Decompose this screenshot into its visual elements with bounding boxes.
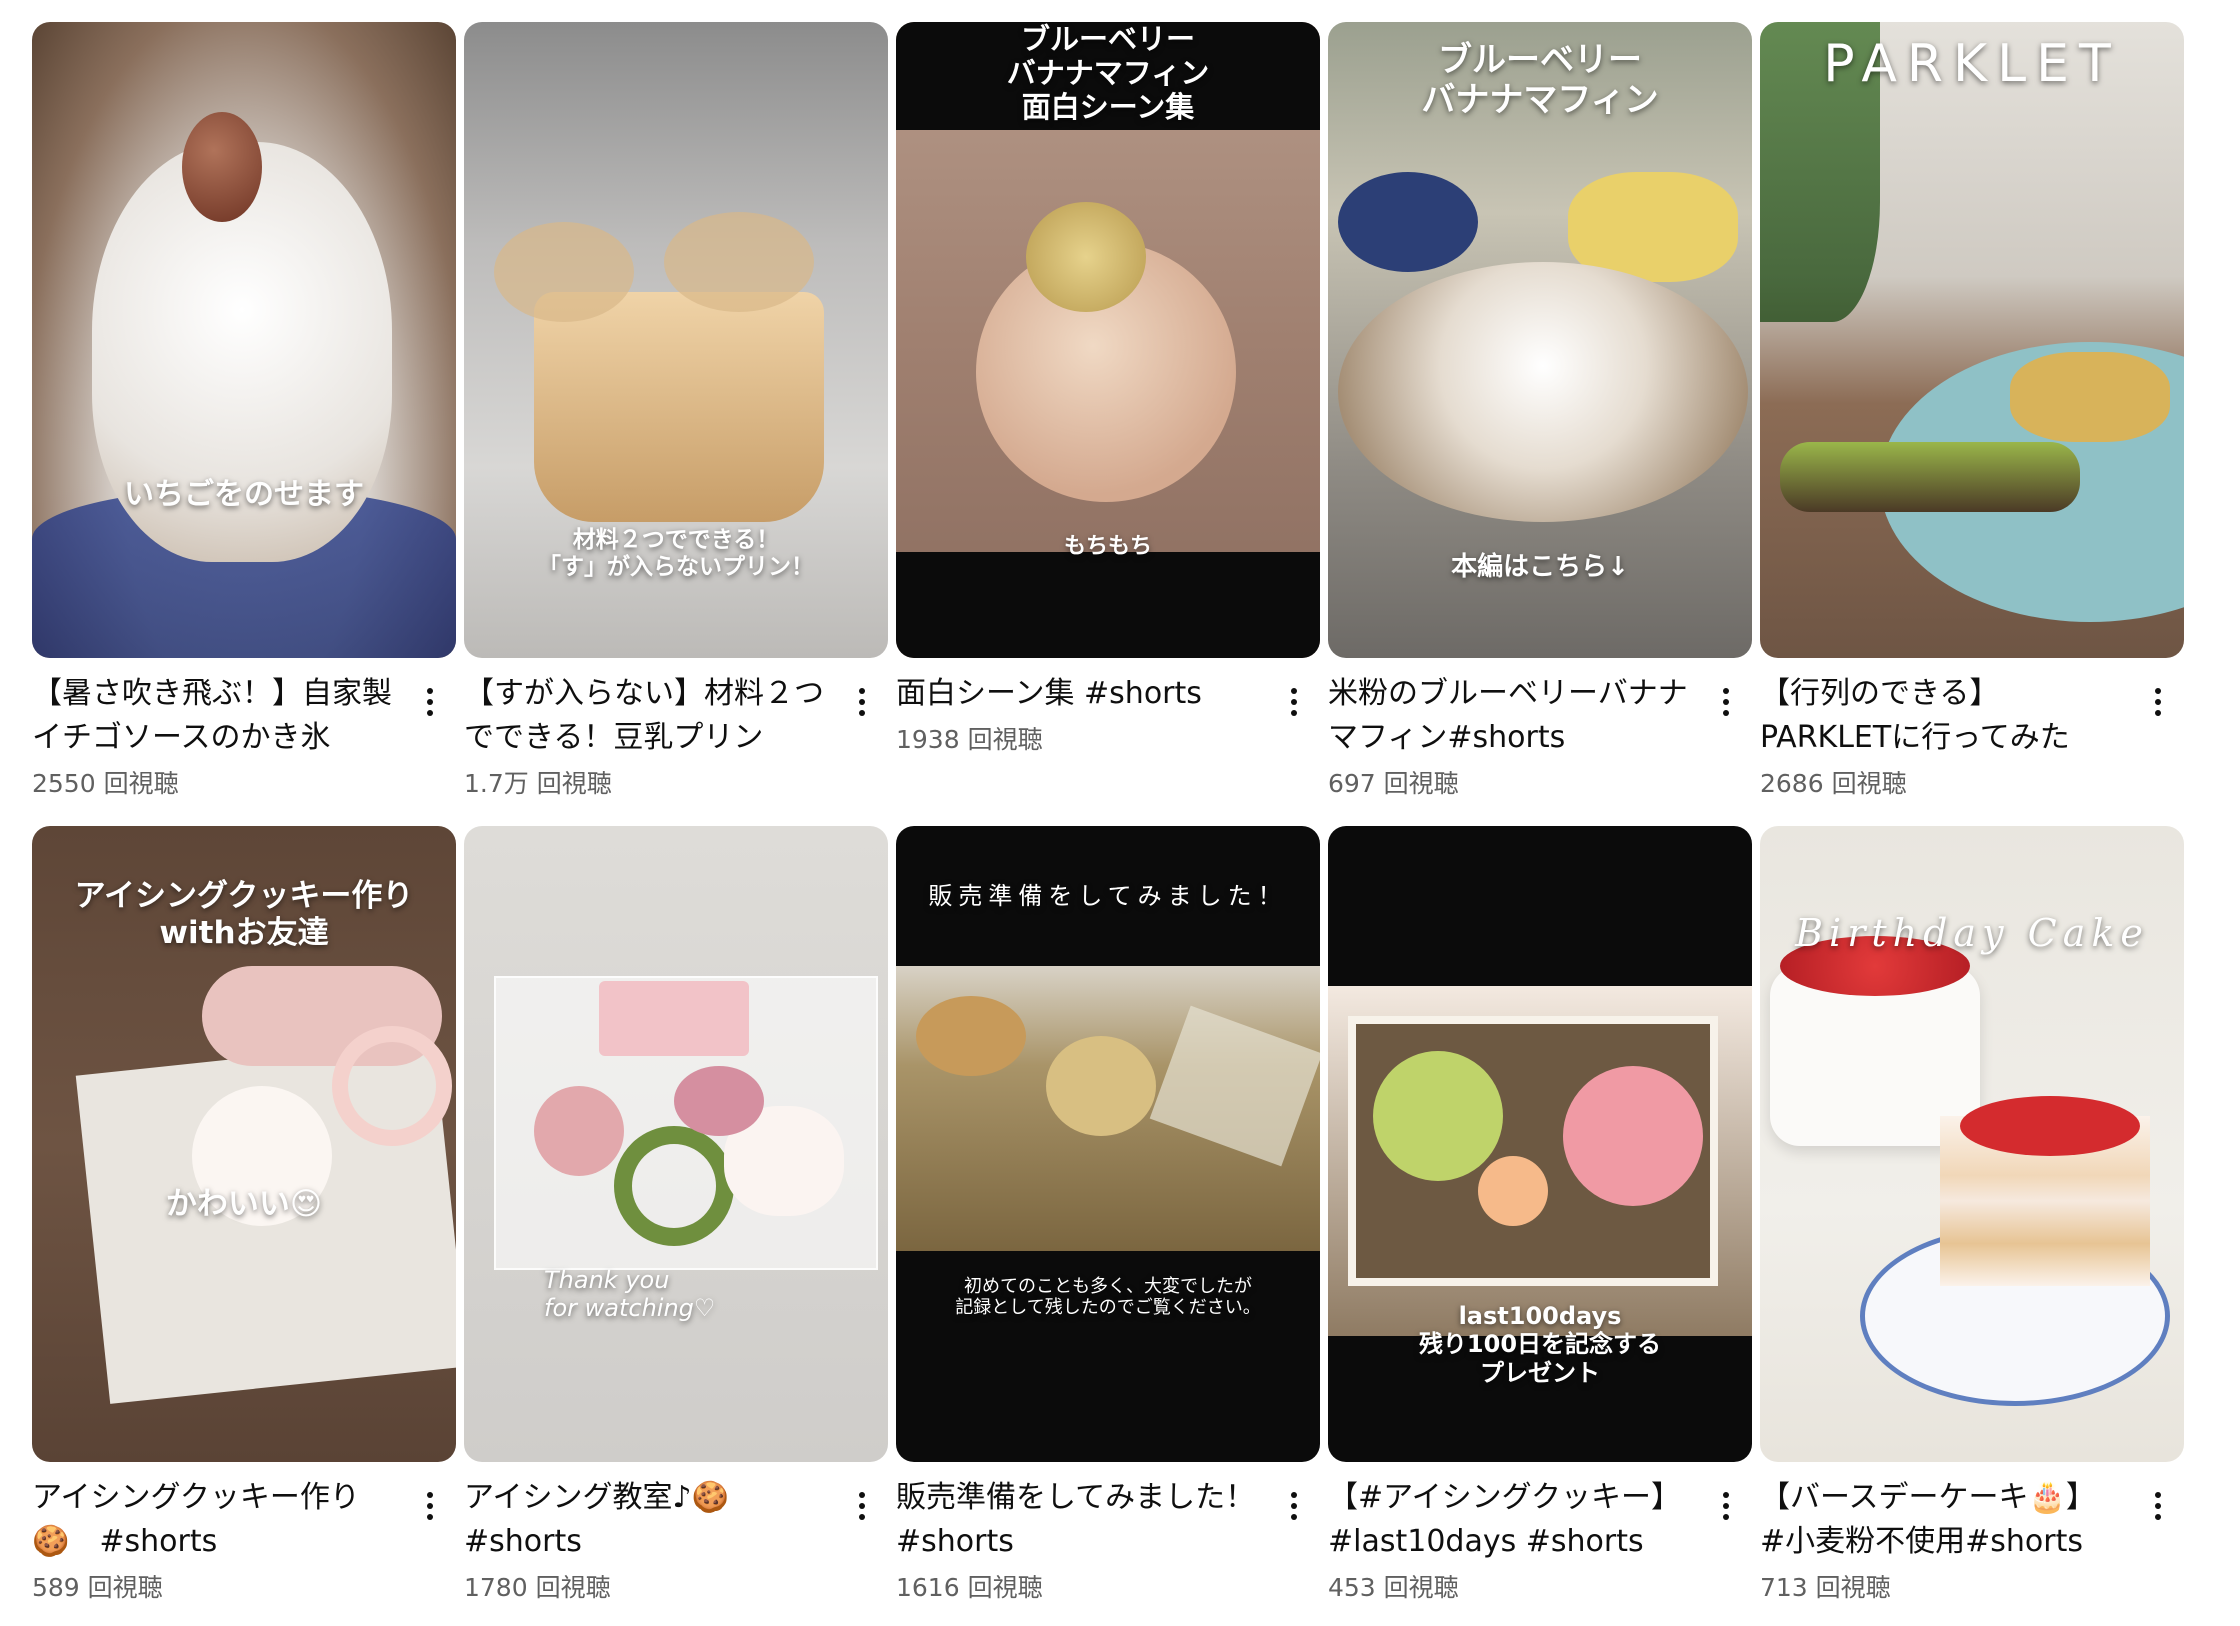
more-vert-icon[interactable]	[1274, 680, 1314, 724]
thumbnail-heading: 販売準備をしてみました！	[928, 882, 1288, 910]
video-title[interactable]: 【暑さ吹き飛ぶ！】自家製イチゴソースのかき氷	[32, 672, 392, 760]
video-thumbnail[interactable]: PARKLET	[1760, 22, 2184, 658]
more-vert-icon[interactable]	[1706, 1484, 1746, 1528]
view-count: 1780 回視聴	[464, 1573, 611, 1602]
video-thumbnail[interactable]: いちごをのせます	[32, 22, 456, 658]
view-count: 1.7万 回視聴	[464, 769, 612, 798]
more-vert-icon[interactable]	[1274, 1484, 1314, 1528]
more-vert-icon[interactable]	[2138, 1484, 2178, 1528]
video-card[interactable]: Birthday Cake 【バースデーケーキ🎂】#小麦粉不使用#shorts …	[1760, 826, 2184, 1626]
video-thumbnail[interactable]: ブルーベリー バナナマフィン 面白シーン集 もちもち	[896, 22, 1320, 658]
video-title[interactable]: 【#アイシングクッキー】 #last10days #shorts	[1328, 1476, 1688, 1564]
thumbnail-heading: ブルーベリー バナナマフィン 面白シーン集	[1006, 22, 1210, 125]
video-title[interactable]: 【すが入らない】材料２つでできる！豆乳プリン	[464, 672, 824, 760]
thumbnail-caption: 材料２つでできる！ 「す」が入らないプリン！	[538, 527, 814, 581]
view-count: 697 回視聴	[1328, 769, 1459, 798]
thumbnail-caption: いちごをのせます	[124, 477, 364, 512]
view-count: 589 回視聴	[32, 1573, 163, 1602]
video-title[interactable]: アイシングクッキー作り🍪 #shorts	[32, 1476, 392, 1564]
video-title[interactable]: 販売準備をしてみました！#shorts	[896, 1476, 1256, 1564]
more-vert-icon[interactable]	[1706, 680, 1746, 724]
video-thumbnail[interactable]: アイシングクッキー作り withお友達 かわいい😍	[32, 826, 456, 1462]
video-title[interactable]: 面白シーン集 #shorts	[896, 672, 1256, 716]
more-vert-icon[interactable]	[842, 1484, 882, 1528]
video-card[interactable]: PARKLET 【行列のできる】PARKLETに行ってみた 2686 回視聴	[1760, 22, 2184, 822]
video-card[interactable]: ブルーベリー バナナマフィン 本編はこちら↓ 米粉のブルーベリーバナナマフィン#…	[1328, 22, 1752, 822]
video-card[interactable]: 材料２つでできる！ 「す」が入らないプリン！ 【すが入らない】材料２つでできる！…	[464, 22, 888, 822]
thumbnail-heading: ブルーベリー バナナマフィン	[1421, 40, 1659, 121]
view-count: 713 回視聴	[1760, 1573, 1891, 1602]
video-title[interactable]: 【行列のできる】PARKLETに行ってみた	[1760, 672, 2120, 760]
thumbnail-heading: Birthday Cake	[1795, 911, 2149, 955]
video-title[interactable]: 【バースデーケーキ🎂】#小麦粉不使用#shorts	[1760, 1476, 2120, 1564]
thumbnail-caption: もちもち	[1063, 534, 1152, 559]
video-card[interactable]: アイシングクッキー作り withお友達 かわいい😍 アイシングクッキー作り🍪 #…	[32, 826, 456, 1626]
view-count: 1616 回視聴	[896, 1573, 1043, 1602]
video-title[interactable]: アイシング教室♪🍪 #shorts	[464, 1476, 824, 1564]
video-thumbnail[interactable]: last100days 残り100日を記念する プレゼント	[1328, 826, 1752, 1462]
more-vert-icon[interactable]	[2138, 680, 2178, 724]
video-card[interactable]: いちごをのせます 【暑さ吹き飛ぶ！】自家製イチゴソースのかき氷 2550 回視聴	[32, 22, 456, 822]
video-card[interactable]: last100days 残り100日を記念する プレゼント 【#アイシングクッキ…	[1328, 826, 1752, 1626]
thumbnail-heading: アイシングクッキー作り withお友達	[74, 878, 414, 951]
video-card[interactable]: ブルーベリー バナナマフィン 面白シーン集 もちもち 面白シーン集 #short…	[896, 22, 1320, 822]
view-count: 2550 回視聴	[32, 769, 179, 798]
video-thumbnail[interactable]: 販売準備をしてみました！ 初めてのことも多く、大変でしたが 記録として残したので…	[896, 826, 1320, 1462]
thumbnail-caption: かわいい😍	[165, 1186, 323, 1222]
video-thumbnail[interactable]: 材料２つでできる！ 「す」が入らないプリン！	[464, 22, 888, 658]
thumbnail-caption: 初めてのことも多く、大変でしたが 記録として残したのでご覧ください。	[955, 1276, 1261, 1319]
view-count: 453 回視聴	[1328, 1573, 1459, 1602]
video-thumbnail[interactable]: ブルーベリー バナナマフィン 本編はこちら↓	[1328, 22, 1752, 658]
thumbnail-caption: Thank you for watching♡	[544, 1266, 716, 1323]
thumbnail-heading: PARKLET	[1823, 34, 2121, 94]
view-count: 2686 回視聴	[1760, 769, 1907, 798]
more-vert-icon[interactable]	[410, 1484, 450, 1528]
video-card[interactable]: 販売準備をしてみました！ 初めてのことも多く、大変でしたが 記録として残したので…	[896, 826, 1320, 1626]
view-count: 1938 回視聴	[896, 725, 1043, 754]
video-title[interactable]: 米粉のブルーベリーバナナマフィン#shorts	[1328, 672, 1688, 760]
thumbnail-caption: last100days 残り100日を記念する プレゼント	[1418, 1302, 1662, 1387]
video-thumbnail[interactable]: Birthday Cake	[1760, 826, 2184, 1462]
video-card[interactable]: Thank you for watching♡ アイシング教室♪🍪 #short…	[464, 826, 888, 1626]
thumbnail-caption: 本編はこちら↓	[1451, 552, 1629, 582]
more-vert-icon[interactable]	[842, 680, 882, 724]
more-vert-icon[interactable]	[410, 680, 450, 724]
video-thumbnail[interactable]: Thank you for watching♡	[464, 826, 888, 1462]
